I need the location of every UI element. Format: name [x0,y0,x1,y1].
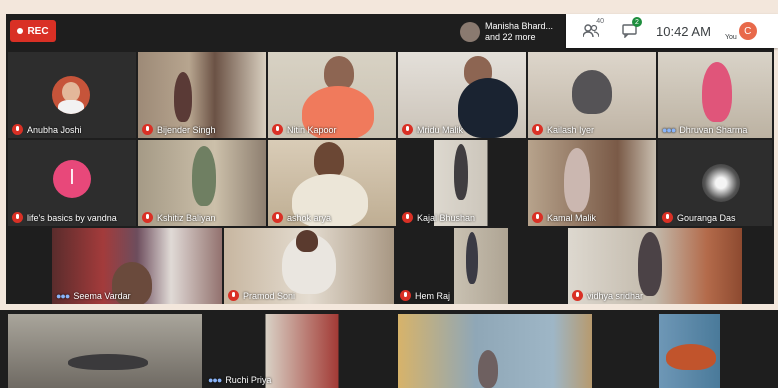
muted-mic-icon [142,212,153,223]
clock: 10:42 AM [656,23,711,39]
participant-name: ashok arya [287,212,332,223]
participant-name: life's basics by vandna [27,212,117,223]
muted-mic-icon [12,212,23,223]
participant-tile[interactable]: ●●● Ruchi Priya [204,314,396,388]
muted-mic-icon [400,290,411,301]
muted-mic-icon [532,212,543,223]
participant-tile[interactable]: Gouranga Das [658,140,772,226]
user-avatar: C [738,22,757,40]
participant-name: Kamal Malik [547,212,597,223]
muted-mic-icon [662,212,673,223]
recording-indicator: REC [10,20,56,42]
presenter-avatar [460,22,480,42]
participant-tile[interactable] [398,314,592,388]
you-label: You [724,33,737,41]
presenter-info[interactable]: Manisha Bhard... and 22 more [460,18,560,46]
participant-name: Kajal Bhushan [417,212,476,223]
avatar [702,164,740,202]
participant-tile[interactable]: Mridu Malik [398,52,526,138]
participant-tile[interactable]: Bijender Singh [138,52,266,138]
participant-name: Ruchi Priya [225,375,272,385]
participant-tile[interactable]: ●●● Dhruvan Sharma [658,52,772,138]
participant-name: Anubha Joshi [27,124,82,135]
record-dot-icon [17,28,24,34]
people-icon [583,24,599,38]
participants-count: 40 [596,18,604,25]
participant-tile[interactable]: vidhya sridhar [568,228,742,304]
audio-indicator-icon: ●●● [208,375,222,385]
muted-mic-icon [12,124,23,135]
participant-tile[interactable] [594,314,774,388]
muted-mic-icon [402,124,413,135]
participant-tile[interactable] [8,314,202,388]
muted-mic-icon [272,124,283,135]
participant-tile[interactable]: Hem Raj [396,228,566,304]
participant-name: Gouranga Das [677,212,736,223]
top-bar: 40 2 10:42 AM You C [566,14,778,48]
muted-mic-icon [142,124,153,135]
self-account[interactable]: You C [725,22,757,41]
participant-name: vidhya sridhar [587,290,644,301]
participant-name: Seema Vardar [73,291,131,301]
participant-tile[interactable]: ashok arya [268,140,396,226]
participant-name: Kailash Iyer [547,124,595,135]
participant-tile[interactable]: l life's basics by vandna [8,140,136,226]
participant-tile[interactable]: Kamal Malik [528,140,656,226]
participant-name: Mridu Malik [417,124,464,135]
participant-tile[interactable]: Nitin Kapoor [268,52,396,138]
presenter-name: Manisha Bhard... [485,21,554,31]
participant-name: Kshitiz Baliyan [157,212,216,223]
participant-tile[interactable]: Pramod Soni [224,228,394,304]
participant-tile[interactable]: Kajal Bhushan [398,140,526,226]
participant-tile[interactable]: ●●● Seema Vardar [52,228,222,304]
participant-tile[interactable]: Kshitiz Baliyan [138,140,266,226]
presenter-more: and 22 more [485,32,536,42]
avatar: l [53,159,91,198]
participant-name: Pramod Soni [243,290,296,301]
muted-mic-icon [272,212,283,223]
recording-label: REC [27,25,49,37]
participant-name: Hem Raj [415,290,451,301]
participant-name: Nitin Kapoor [287,124,337,135]
participant-tile[interactable]: Kailash Iyer [528,52,656,138]
muted-mic-icon [228,290,239,301]
audio-indicator-icon: ●●● [56,291,70,301]
audio-indicator-icon: ●●● [662,125,676,135]
chat-count: 2 [632,17,642,27]
muted-mic-icon [532,124,543,135]
participant-name: Dhruvan Sharma [679,125,748,135]
chat-button[interactable]: 2 [616,17,642,44]
participant-tile[interactable]: Anubha Joshi [8,52,136,138]
avatar [52,76,90,114]
muted-mic-icon [572,290,583,301]
participants-button[interactable]: 40 [578,18,604,44]
muted-mic-icon [402,212,413,223]
participant-name: Bijender Singh [157,124,216,135]
